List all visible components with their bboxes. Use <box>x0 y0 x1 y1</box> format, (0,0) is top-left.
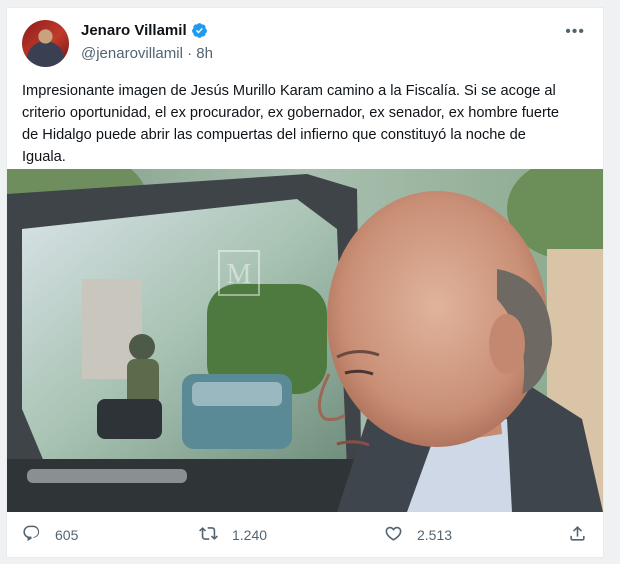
share-button[interactable] <box>568 524 587 546</box>
retweet-icon[interactable] <box>199 524 218 546</box>
tweet-text-line: de Hidalgo puede abrir las compuertas de… <box>22 127 526 143</box>
watermark-letter: M <box>227 259 252 290</box>
author-handle-row: @jenarovillamil · 8h <box>81 45 213 62</box>
tweet-card[interactable]: Jenaro Villamil @jenarovillamil · 8h •••… <box>6 7 604 558</box>
tweet-actions-bar: 605 1.240 2.513 <box>7 520 603 550</box>
author-display-name[interactable]: Jenaro Villamil <box>81 22 187 39</box>
reply-icon[interactable] <box>22 524 41 546</box>
tweet-text: Impresionante imagen de Jesús Murillo Ka… <box>22 80 592 168</box>
like-button[interactable]: 2.513 <box>384 524 452 546</box>
author-handle[interactable]: @jenarovillamil <box>81 45 183 62</box>
tweet-photo[interactable]: M <box>7 169 603 512</box>
tweet-text-line: criterio oportunidad, el ex procurador, … <box>22 105 560 121</box>
heart-icon[interactable] <box>384 524 403 546</box>
more-options-icon[interactable]: ••• <box>565 24 585 40</box>
reply-count: 605 <box>55 527 79 543</box>
reply-button[interactable]: 605 <box>22 524 78 546</box>
tweet-timestamp[interactable]: 8h <box>196 45 213 62</box>
avatar[interactable] <box>22 20 69 67</box>
tweet-text-line: Impresionante imagen de Jesús Murillo Ka… <box>22 83 556 99</box>
retweet-count: 1.240 <box>232 527 268 543</box>
dot-separator: · <box>187 45 193 62</box>
share-icon[interactable] <box>568 524 587 546</box>
author-name-row: Jenaro Villamil <box>81 22 208 39</box>
verified-badge-icon <box>191 22 208 39</box>
like-count: 2.513 <box>417 527 453 543</box>
tweet-text-line: Iguala. <box>22 149 66 165</box>
retweet-button[interactable]: 1.240 <box>199 524 267 546</box>
